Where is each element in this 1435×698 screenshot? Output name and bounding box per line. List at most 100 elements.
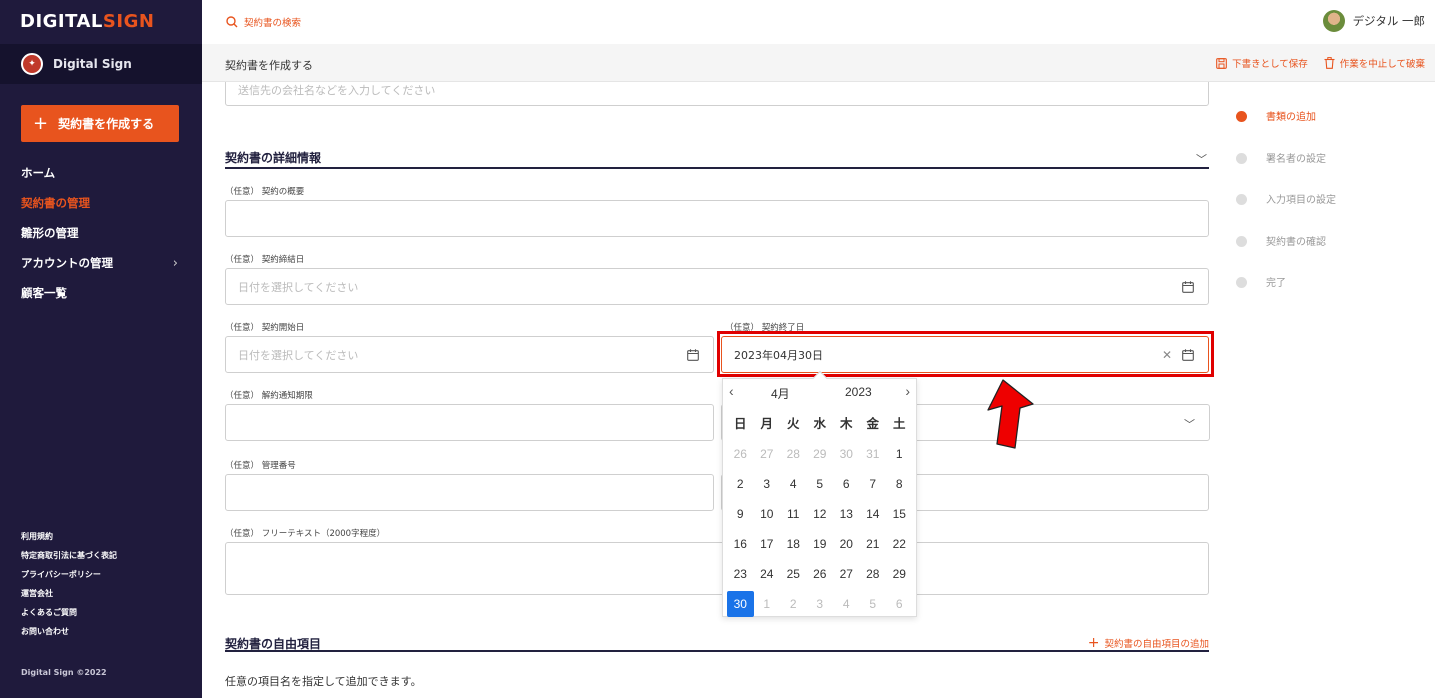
date-picker-year[interactable]: 2023 (845, 385, 872, 399)
calendar-day-outside-month[interactable]: 4 (833, 591, 860, 617)
date-picker-popup: ‹ 4月 2023 › 日月火水木金土 26 27 28 29 30 31 1 2 3 4 5 6 7 8 9… (722, 370, 917, 617)
organization-name: Digital Sign (53, 57, 132, 71)
calendar-day[interactable]: 5 (807, 471, 834, 497)
details-section-title: 契約書の詳細情報 (225, 151, 322, 165)
calendar-day-outside-month[interactable]: 28 (780, 441, 807, 467)
calendar-day-outside-month[interactable]: 26 (727, 441, 754, 467)
contract-search-link[interactable]: 契約書の検索 (226, 15, 301, 29)
calendar-day[interactable]: 7 (860, 471, 887, 497)
step-dot-icon (1236, 152, 1247, 164)
sidebar-item-label: 顧客一覧 (21, 286, 67, 300)
calendar-day[interactable]: 4 (780, 471, 807, 497)
calendar-day-outside-month[interactable]: 27 (754, 441, 781, 467)
avatar (1322, 10, 1345, 32)
sidebar-item-contracts[interactable]: 契約書の管理 (21, 188, 181, 218)
signing-date-input[interactable]: 日付を選択してください (225, 268, 1209, 305)
calendar-day-outside-month[interactable]: 1 (754, 591, 781, 617)
weekday-header-row: 日月火水木金土 (727, 409, 914, 439)
calendar-day-outside-month[interactable]: 30 (833, 441, 860, 467)
chevron-left-icon[interactable]: ‹ (729, 383, 734, 399)
calendar-day[interactable]: 24 (754, 561, 781, 587)
calendar-day[interactable]: 18 (780, 531, 807, 557)
organization-switcher[interactable]: ✦ Digital Sign (0, 44, 202, 84)
notice-input[interactable] (225, 404, 714, 441)
sidebar-item-accounts[interactable]: アカウントの管理 › (21, 248, 181, 278)
create-contract-button[interactable]: + 契約書を作成する (21, 105, 179, 142)
chevron-right-icon[interactable]: › (905, 383, 910, 399)
calendar-day[interactable]: 30 (727, 591, 754, 617)
notice-label: （任意） 解約通知期限 (225, 391, 313, 401)
user-menu[interactable]: デジタル 一郎 (1322, 10, 1425, 32)
signing-date-label: （任意） 契約締結日 (225, 255, 305, 265)
annotation-arrow-icon (987, 379, 1034, 449)
footer-link-contact[interactable]: お問い合わせ (21, 626, 117, 645)
discard-button[interactable]: 作業を中止して破棄 (1324, 56, 1425, 70)
sidebar-item-customers[interactable]: 顧客一覧 (21, 278, 181, 308)
free-text-textarea[interactable] (225, 542, 1209, 595)
step-label: 契約書の確認 (1266, 236, 1326, 248)
start-date-input[interactable]: 日付を選択してください (225, 336, 714, 373)
save-draft-button[interactable]: 下書きとして保存 (1216, 56, 1308, 70)
organization-badge-icon: ✦ (21, 53, 43, 75)
calendar-day-outside-month[interactable]: 31 (860, 441, 887, 467)
date-picker-month[interactable]: 4月 (771, 385, 790, 402)
contract-form: 送信先の会社名などを入力してください 契約書の詳細情報 ﹀ （任意） 契約の概要… (202, 82, 1222, 698)
app-logo[interactable]: DIGITALSIGN (20, 11, 154, 32)
add-free-item-button[interactable]: + 契約書の自由項目の追加 (1088, 635, 1209, 651)
footer-link-terms[interactable]: 利用規約 (21, 531, 117, 550)
footer-link-company[interactable]: 運営会社 (21, 588, 117, 607)
weekday-label: 日 (733, 417, 747, 431)
calendar-day[interactable]: 8 (886, 471, 913, 497)
calendar-day[interactable]: 26 (807, 561, 834, 587)
calendar-day-outside-month[interactable]: 2 (780, 591, 807, 617)
calendar-day[interactable]: 6 (833, 471, 860, 497)
calendar-day[interactable]: 11 (780, 501, 807, 527)
calendar-day[interactable]: 22 (886, 531, 913, 557)
step-label: 書類の追加 (1266, 112, 1316, 123)
collapse-details-icon[interactable]: ﹀ (1196, 151, 1207, 167)
create-contract-label: 契約書を作成する (58, 117, 155, 131)
sidebar-item-templates[interactable]: 雛形の管理 (21, 218, 181, 248)
calendar-day[interactable]: 1 (886, 441, 913, 467)
free-items-hint: 任意の項目名を指定して追加できます。 (225, 675, 422, 688)
calendar-day[interactable]: 15 (886, 501, 913, 527)
calendar-day[interactable]: 27 (833, 561, 860, 587)
calendar-day[interactable]: 14 (860, 501, 887, 527)
footer-link-privacy[interactable]: プライバシーポリシー (21, 569, 117, 588)
calendar-day[interactable]: 19 (807, 531, 834, 557)
footer-link-faq[interactable]: よくあるご質問 (21, 607, 117, 626)
calendar-day[interactable]: 29 (886, 561, 913, 587)
sidebar-item-home[interactable]: ホーム (21, 158, 181, 188)
calendar-day[interactable]: 20 (833, 531, 860, 557)
calendar-day[interactable]: 3 (754, 471, 781, 497)
week-row: 16 17 18 19 20 21 22 (727, 529, 914, 559)
calendar-day[interactable]: 13 (833, 501, 860, 527)
calendar-day-outside-month[interactable]: 6 (886, 591, 913, 617)
chevron-down-icon: ﹀ (1184, 418, 1195, 431)
footer-links: 利用規約 特定商取引法に基づく表記 プライバシーポリシー 運営会社 よくあるご質… (21, 531, 117, 645)
calendar-day-outside-month[interactable]: 5 (860, 591, 887, 617)
step-label: 完了 (1266, 278, 1286, 289)
date-picker-header: ‹ 4月 2023 › (723, 379, 916, 405)
calendar-day[interactable]: 28 (860, 561, 887, 587)
calendar-day[interactable]: 2 (727, 471, 754, 497)
calendar-day[interactable]: 16 (727, 531, 754, 557)
trash-icon (1324, 57, 1335, 69)
top-bar: 契約書の検索 デジタル 一郎 (202, 0, 1435, 44)
calendar-day[interactable]: 25 (780, 561, 807, 587)
free-text-label: （任意） フリーテキスト（2000字程度） (225, 529, 386, 539)
calendar-day[interactable]: 17 (754, 531, 781, 557)
calendar-day[interactable]: 21 (860, 531, 887, 557)
recipient-input[interactable]: 送信先の会社名などを入力してください (225, 82, 1209, 106)
calendar-day-outside-month[interactable]: 3 (807, 591, 834, 617)
calendar-day[interactable]: 12 (807, 501, 834, 527)
calendar-day-outside-month[interactable]: 29 (807, 441, 834, 467)
management-number-input[interactable] (225, 474, 714, 511)
calendar-day[interactable]: 9 (727, 501, 754, 527)
overview-input[interactable] (225, 200, 1209, 237)
footer-link-legal[interactable]: 特定商取引法に基づく表記 (21, 550, 117, 569)
search-icon (226, 16, 238, 28)
sidebar-nav: ホーム 契約書の管理 雛形の管理 アカウントの管理 › 顧客一覧 (21, 158, 181, 308)
calendar-day[interactable]: 23 (727, 561, 754, 587)
calendar-day[interactable]: 10 (754, 501, 781, 527)
